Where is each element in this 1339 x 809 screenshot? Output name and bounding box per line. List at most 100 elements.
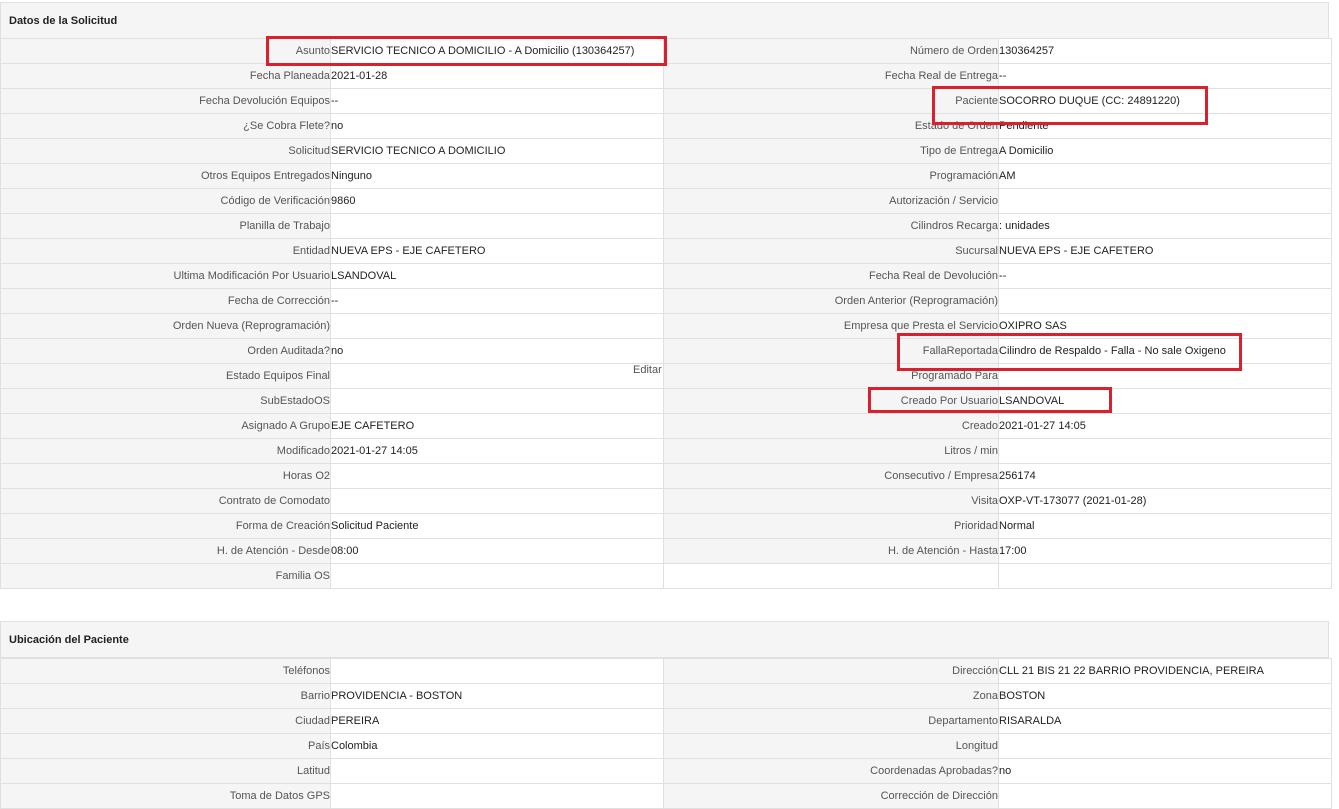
edit-link[interactable]: Editar [633, 364, 662, 376]
field-label-fecha-planeada: Fecha Planeada [0, 63, 331, 89]
field-value-ciudad: PEREIRA [330, 708, 664, 734]
field-label-ciudad: Ciudad [0, 708, 331, 734]
table-row: Toma de Datos GPS Corrección de Dirección [0, 783, 1332, 809]
highlight-box-falla-reportada [897, 333, 1242, 371]
field-value-fecha-devolucion-equipos: -- [330, 88, 664, 114]
field-value-autorizacion-servicio [998, 188, 1332, 214]
field-value-otros-equipos-entregados: Ninguno [330, 163, 664, 189]
field-value-longitud [998, 733, 1332, 759]
field-value-consecutivo-empresa: 256174 [998, 463, 1332, 489]
table-row: Barrio PROVIDENCIA - BOSTON Zona BOSTON [0, 683, 1332, 709]
field-label-litros-min: Litros / min [663, 438, 999, 464]
field-value-sucursal: NUEVA EPS - EJE CAFETERO [998, 238, 1332, 264]
field-value-tipo-de-entrega: A Domicilio [998, 138, 1332, 164]
table-row: Teléfonos Dirección CLL 21 BIS 21 22 BARRI… [0, 658, 1332, 684]
field-label-zona: Zona [663, 683, 999, 709]
field-label-barrio: Barrio [0, 683, 331, 709]
field-value-orden-auditada: no [330, 338, 664, 364]
table-row: Fecha Planeada 2021-01-28 Fecha Real de E… [0, 63, 1332, 89]
field-label-se-cobra-flete: ¿Se Cobra Flete? [0, 113, 331, 139]
field-label-autorizacion-servicio: Autorización / Servicio [663, 188, 999, 214]
ubicacion-details-table: Teléfonos Dirección CLL 21 BIS 21 22 BARRI… [0, 658, 1332, 809]
field-value-telefonos [330, 658, 664, 684]
field-label-modificado: Modificado [0, 438, 331, 464]
field-label-longitud: Longitud [663, 733, 999, 759]
field-label-forma-de-creacion: Forma de Creación [0, 513, 331, 539]
field-value-subestadoos [330, 388, 664, 414]
field-value-fecha-planeada: 2021-01-28 [330, 63, 664, 89]
field-value-contrato-de-comodato [330, 488, 664, 514]
highlight-box-creado-por-usuario [868, 387, 1112, 413]
table-row: Horas O2 Consecutivo / Empresa 256174 [0, 463, 1332, 489]
empty-cell [998, 563, 1332, 589]
field-label-fecha-devolucion-equipos: Fecha Devolución Equipos [0, 88, 331, 114]
field-value-litros-min [998, 438, 1332, 464]
field-value-creado: 2021-01-27 14:05 [998, 413, 1332, 439]
table-row: Planilla de Trabajo Cilindros Recarga: un… [0, 213, 1332, 239]
table-row: Familia OS [0, 563, 1332, 589]
field-value-orden-anterior-reprogramacion [998, 288, 1332, 314]
field-label-telefonos: Teléfonos [0, 658, 331, 684]
field-value-prioridad: Normal [998, 513, 1332, 539]
field-label-sucursal: Sucursal [663, 238, 999, 264]
field-value-programacion: AM [998, 163, 1332, 189]
field-label-creado: Creado [663, 413, 999, 439]
field-label-tipo-de-entrega: Tipo de Entrega [663, 138, 999, 164]
table-row: Entidad NUEVA EPS - EJE CAFETERO Sucursal N… [0, 238, 1332, 264]
field-label-contrato-de-comodato: Contrato de Comodato [0, 488, 331, 514]
highlight-box-asunto [266, 36, 667, 66]
field-value-cilindros-recarga: : unidades [998, 213, 1332, 239]
field-label-orden-anterior-reprogramacion: Orden Anterior (Reprogramación) [663, 288, 999, 314]
field-label-solicitud: Solicitud [0, 138, 331, 164]
field-value-estado-equipos-final [330, 363, 664, 389]
field-label-subestadoos: SubEstadoOS [0, 388, 331, 414]
field-value-toma-de-datos-gps [330, 783, 664, 809]
table-row: Ultima Modificación Por Usuario LSANDOVAL… [0, 263, 1332, 289]
field-label-cilindros-recarga: Cilindros Recarga [663, 213, 999, 239]
field-label-entidad: Entidad [0, 238, 331, 264]
empty-cell [663, 563, 999, 589]
field-value-numero-de-orden: 130364257 [998, 38, 1332, 64]
field-value-fecha-de-correccion: -- [330, 288, 664, 314]
field-label-latitud: Latitud [0, 758, 331, 784]
field-value-orden-nueva-reprogramacion [330, 313, 664, 339]
field-value-h-de-atencion-hasta: 17:00 [998, 538, 1332, 564]
field-label-direccion: Dirección [663, 658, 999, 684]
field-label-h-de-atencion-desde: H. de Atención - Desde [0, 538, 331, 564]
field-label-visita: Visita [663, 488, 999, 514]
field-value-coordenadas-aprobadas: no [998, 758, 1332, 784]
section-header-datos-solicitud: Datos de la Solicitud [0, 2, 1329, 39]
field-value-familia-os [330, 563, 664, 589]
field-value-horas-o2 [330, 463, 664, 489]
table-row: Ciudad PEREIRA Departamento RISARALDA [0, 708, 1332, 734]
table-row: SubEstadoOS Creado Por Usuario LSANDOVAL [0, 388, 1332, 414]
table-row: Código de Verificación 9860 Autorización /… [0, 188, 1332, 214]
field-label-departamento: Departamento [663, 708, 999, 734]
field-value-h-de-atencion-desde: 08:00 [330, 538, 664, 564]
field-value-direccion: CLL 21 BIS 21 22 BARRIO PROVIDENCIA, PER… [998, 658, 1332, 684]
field-value-ultima-modificacion-por-usuario: LSANDOVAL [330, 263, 664, 289]
field-label-horas-o2: Horas O2 [0, 463, 331, 489]
field-value-latitud [330, 758, 664, 784]
field-value-visita: OXP-VT-173077 (2021-01-28) [998, 488, 1332, 514]
field-label-asignado-a-grupo: Asignado A Grupo [0, 413, 331, 439]
field-label-estado-equipos-final: Estado Equipos Final [0, 363, 331, 389]
field-label-orden-auditada: Orden Auditada? [0, 338, 331, 364]
field-label-consecutivo-empresa: Consecutivo / Empresa [663, 463, 999, 489]
field-value-planilla-de-trabajo [330, 213, 664, 239]
field-label-toma-de-datos-gps: Toma de Datos GPS [0, 783, 331, 809]
field-label-pais: País [0, 733, 331, 759]
field-label-orden-nueva-reprogramacion: Orden Nueva (Reprogramación) [0, 313, 331, 339]
table-row: Asignado A Grupo EJE CAFETERO Creado 2021-0… [0, 413, 1332, 439]
field-label-prioridad: Prioridad [663, 513, 999, 539]
field-value-asignado-a-grupo: EJE CAFETERO [330, 413, 664, 439]
table-row: País Colombia Longitud [0, 733, 1332, 759]
table-row: Otros Equipos Entregados Ninguno Programac… [0, 163, 1332, 189]
field-label-fecha-real-de-entrega: Fecha Real de Entrega [663, 63, 999, 89]
field-value-fecha-real-de-devolucion: -- [998, 263, 1332, 289]
field-label-correccion-de-direccion: Corrección de Dirección [663, 783, 999, 809]
field-label-codigo-de-verificacion: Código de Verificación [0, 188, 331, 214]
table-row: H. de Atención - Desde 08:00 H. de Atenció… [0, 538, 1332, 564]
field-label-fecha-real-de-devolucion: Fecha Real de Devolución [663, 263, 999, 289]
highlight-box-paciente [932, 86, 1208, 125]
